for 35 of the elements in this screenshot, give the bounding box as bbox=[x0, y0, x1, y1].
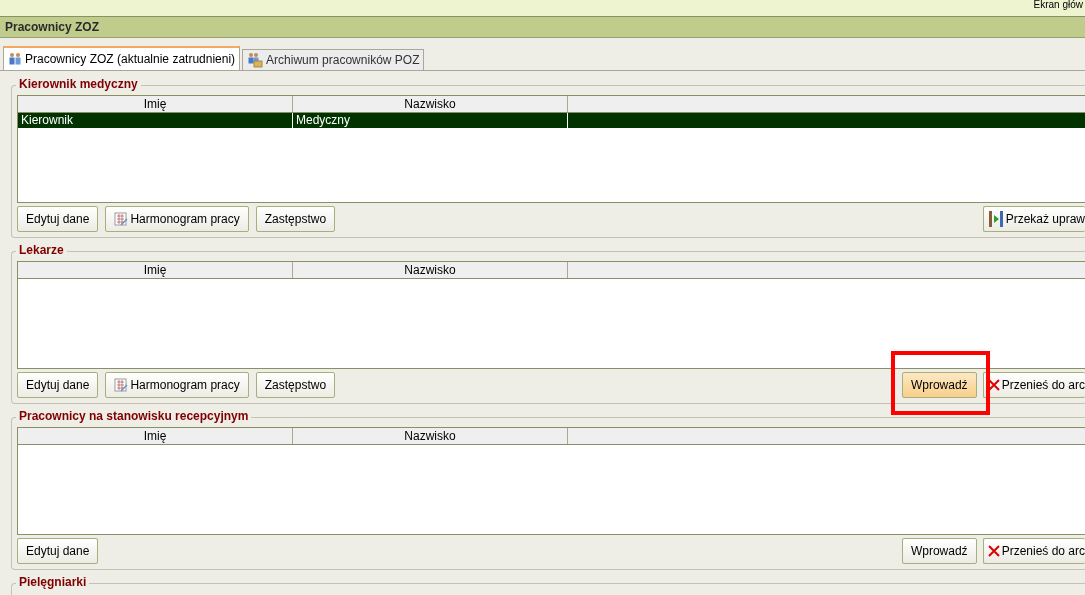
table-row[interactable]: Kierownik Medyczny bbox=[18, 113, 1085, 128]
top-bar-label[interactable]: Ekran głów bbox=[1033, 0, 1083, 10]
action-button[interactable]: Edytuj dane bbox=[17, 206, 99, 232]
column-header[interactable]: Imię bbox=[18, 428, 293, 444]
column-header[interactable]: Imię bbox=[18, 262, 293, 278]
section-title: Pielęgniarki bbox=[16, 574, 90, 590]
column-header[interactable]: Nazwisko bbox=[293, 428, 568, 444]
column-header[interactable]: Nazwisko bbox=[293, 96, 568, 112]
action-button[interactable]: Edytuj dane bbox=[17, 372, 99, 398]
delete-icon bbox=[987, 379, 1000, 391]
action-button[interactable]: Zastępstwo bbox=[255, 206, 336, 232]
tab[interactable]: Archiwum pracowników POZ bbox=[242, 49, 425, 70]
delete-icon bbox=[987, 545, 1000, 557]
action-button[interactable]: Wprowadź bbox=[901, 538, 977, 564]
table-cell: Medyczny bbox=[293, 113, 568, 128]
people-icon bbox=[8, 52, 22, 66]
calendar-icon bbox=[114, 378, 129, 392]
action-button[interactable]: Harmonogram pracy bbox=[105, 206, 249, 232]
section-title: Kierownik medyczny bbox=[16, 76, 141, 92]
transfer-button[interactable]: Przekaż upraw bbox=[982, 206, 1085, 232]
table-cell: Kierownik bbox=[18, 113, 293, 128]
archive-button[interactable]: Przenieś do arc bbox=[982, 538, 1085, 564]
people-box-icon bbox=[247, 52, 264, 68]
section-title: Pracownicy na stanowisku recepcyjnym bbox=[16, 408, 252, 424]
action-button[interactable]: Wprowadź bbox=[901, 372, 977, 398]
column-header[interactable]: Nazwisko bbox=[293, 262, 568, 278]
tab[interactable]: Pracownicy ZOZ (aktualnie zatrudnieni) bbox=[3, 46, 241, 70]
action-button[interactable]: Harmonogram pracy bbox=[105, 372, 249, 398]
archive-button[interactable]: Przenieś do arc bbox=[982, 372, 1085, 398]
column-header[interactable]: Imię bbox=[18, 96, 293, 112]
action-button[interactable]: Edytuj dane bbox=[17, 538, 99, 564]
transfer-icon bbox=[987, 210, 1004, 228]
window-title: Pracownicy ZOZ bbox=[5, 19, 100, 36]
action-button[interactable]: Zastępstwo bbox=[255, 372, 336, 398]
calendar-icon bbox=[114, 212, 129, 226]
